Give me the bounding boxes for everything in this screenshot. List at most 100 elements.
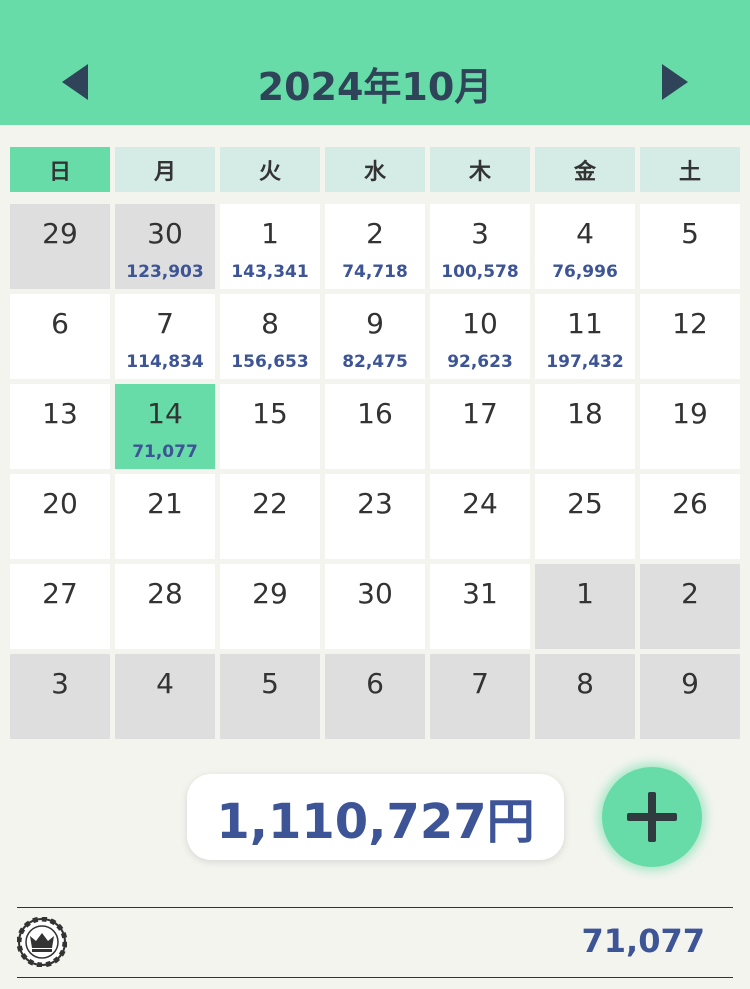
calendar-day-cell[interactable]: 5 <box>220 654 320 739</box>
day-number: 15 <box>252 397 288 430</box>
day-number: 2 <box>366 217 384 250</box>
calendar-day-cell[interactable]: 12 <box>640 294 740 379</box>
day-number: 8 <box>261 307 279 340</box>
day-number: 11 <box>567 307 603 340</box>
day-number: 24 <box>462 487 498 520</box>
calendar-day-cell[interactable]: 6 <box>325 654 425 739</box>
day-amount: 74,718 <box>342 262 408 282</box>
calendar-day-cell[interactable]: 5 <box>640 204 740 289</box>
day-number: 28 <box>147 577 183 610</box>
day-number: 16 <box>357 397 393 430</box>
calendar-day-cell[interactable]: 1 <box>535 564 635 649</box>
day-number: 7 <box>471 667 489 700</box>
monthly-total: 1,110,727円 <box>187 774 564 860</box>
calendar-day-cell[interactable]: 24 <box>430 474 530 559</box>
day-number: 4 <box>156 667 174 700</box>
crown-chip-icon <box>17 917 67 967</box>
calendar-day-cell[interactable]: 8 156,653 <box>220 294 320 379</box>
day-number: 20 <box>42 487 78 520</box>
list-item-value: 71,077 <box>581 922 705 960</box>
day-number: 29 <box>42 217 78 250</box>
calendar-day-cell[interactable]: 26 <box>640 474 740 559</box>
day-number: 6 <box>51 307 69 340</box>
calendar-day-cell[interactable]: 29 <box>10 204 110 289</box>
calendar-day-cell-selected[interactable]: 14 71,077 <box>115 384 215 469</box>
divider <box>17 977 733 978</box>
day-number: 31 <box>462 577 498 610</box>
day-number: 1 <box>261 217 279 250</box>
calendar-day-cell[interactable]: 20 <box>10 474 110 559</box>
day-amount: 82,475 <box>342 352 408 372</box>
day-amount: 92,623 <box>447 352 513 372</box>
day-amount: 197,432 <box>546 352 624 372</box>
calendar-day-cell[interactable]: 4 <box>115 654 215 739</box>
calendar-day-cell[interactable]: 15 <box>220 384 320 469</box>
calendar-day-cell[interactable]: 4 76,996 <box>535 204 635 289</box>
day-amount: 123,903 <box>126 262 204 282</box>
day-number: 17 <box>462 397 498 430</box>
calendar-day-cell[interactable]: 29 <box>220 564 320 649</box>
calendar-day-cell[interactable]: 11 197,432 <box>535 294 635 379</box>
triangle-right-icon <box>662 64 688 100</box>
day-amount: 156,653 <box>231 352 309 372</box>
calendar-day-cell[interactable]: 30 <box>325 564 425 649</box>
add-entry-button[interactable] <box>602 767 702 867</box>
calendar-day-cell[interactable]: 2 74,718 <box>325 204 425 289</box>
calendar-day-cell[interactable]: 9 82,475 <box>325 294 425 379</box>
weekday-header-row: 日月火水木金土 <box>10 147 740 192</box>
day-number: 1 <box>576 577 594 610</box>
calendar-day-cell[interactable]: 1 143,341 <box>220 204 320 289</box>
weekday-label: 土 <box>640 147 740 192</box>
calendar-day-cell[interactable]: 25 <box>535 474 635 559</box>
calendar-day-cell[interactable]: 22 <box>220 474 320 559</box>
day-number: 12 <box>672 307 708 340</box>
calendar-day-cell[interactable]: 30 123,903 <box>115 204 215 289</box>
day-number: 23 <box>357 487 393 520</box>
weekday-label: 木 <box>430 147 530 192</box>
calendar-day-cell[interactable]: 19 <box>640 384 740 469</box>
day-amount: 76,996 <box>552 262 618 282</box>
day-amount: 114,834 <box>126 352 204 372</box>
day-number: 14 <box>147 397 183 430</box>
day-number: 29 <box>252 577 288 610</box>
day-number: 7 <box>156 307 174 340</box>
calendar-day-cell[interactable]: 23 <box>325 474 425 559</box>
weekday-label: 月 <box>115 147 215 192</box>
day-number: 3 <box>471 217 489 250</box>
calendar-day-cell[interactable]: 3 <box>10 654 110 739</box>
calendar-day-cell[interactable]: 28 <box>115 564 215 649</box>
calendar-day-cell[interactable]: 21 <box>115 474 215 559</box>
next-month-button[interactable] <box>660 62 690 102</box>
calendar-day-cell[interactable]: 16 <box>325 384 425 469</box>
day-amount: 100,578 <box>441 262 519 282</box>
weekday-label: 水 <box>325 147 425 192</box>
calendar-day-cell[interactable]: 31 <box>430 564 530 649</box>
day-amount: 71,077 <box>132 442 198 462</box>
calendar-day-cell[interactable]: 8 <box>535 654 635 739</box>
month-title: 2024年10月 <box>257 65 493 109</box>
calendar-day-cell[interactable]: 9 <box>640 654 740 739</box>
day-number: 30 <box>147 217 183 250</box>
day-number: 9 <box>366 307 384 340</box>
day-number: 22 <box>252 487 288 520</box>
calendar-day-cell[interactable]: 13 <box>10 384 110 469</box>
calendar-day-cell[interactable]: 3 100,578 <box>430 204 530 289</box>
calendar-day-cell[interactable]: 10 92,623 <box>430 294 530 379</box>
calendar-day-cell[interactable]: 18 <box>535 384 635 469</box>
day-number: 8 <box>576 667 594 700</box>
calendar-day-cell[interactable]: 7 114,834 <box>115 294 215 379</box>
weekday-label: 金 <box>535 147 635 192</box>
calendar-day-cell[interactable]: 7 <box>430 654 530 739</box>
calendar-day-cell[interactable]: 6 <box>10 294 110 379</box>
calendar-day-cell[interactable]: 27 <box>10 564 110 649</box>
day-number: 9 <box>681 667 699 700</box>
day-number: 5 <box>261 667 279 700</box>
day-number: 25 <box>567 487 603 520</box>
weekday-label: 日 <box>10 147 110 192</box>
day-number: 27 <box>42 577 78 610</box>
calendar-day-cell[interactable]: 17 <box>430 384 530 469</box>
day-number: 26 <box>672 487 708 520</box>
calendar-day-cell[interactable]: 2 <box>640 564 740 649</box>
day-number: 10 <box>462 307 498 340</box>
day-number: 4 <box>576 217 594 250</box>
